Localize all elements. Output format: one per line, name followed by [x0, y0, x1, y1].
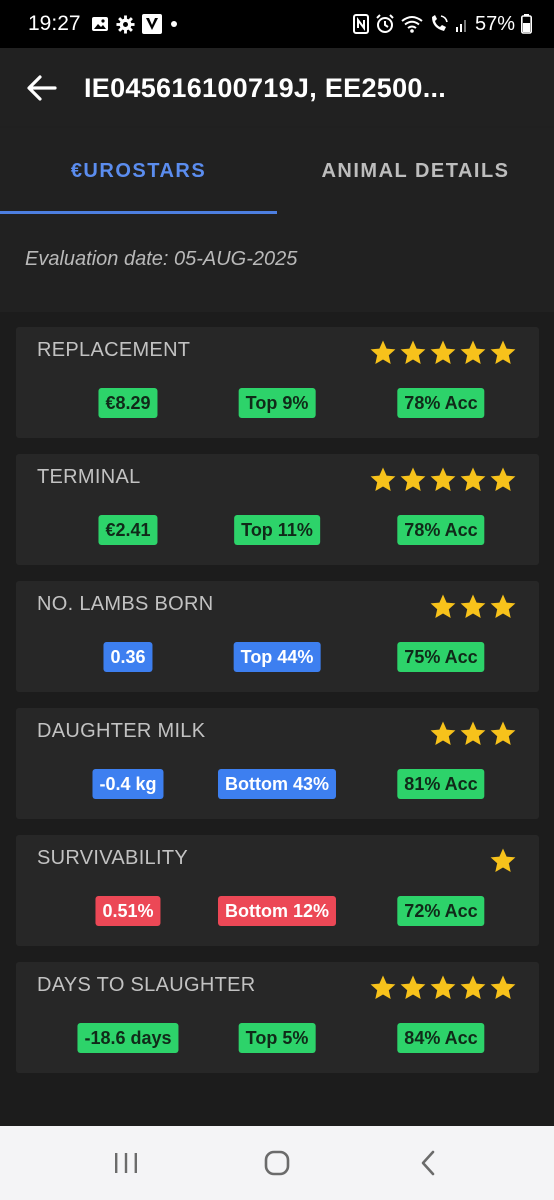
evaluation-header: Evaluation date: 05-AUG-2025 — [0, 214, 554, 312]
star-rating — [369, 466, 517, 494]
tab-eurostars-label: €UROSTARS — [70, 159, 207, 182]
star-icon — [430, 594, 456, 618]
value-chip: €8.29 — [98, 388, 158, 418]
signal-icon — [455, 15, 469, 33]
gallery-icon — [91, 15, 109, 33]
evaluation-date: Evaluation date: 05-AUG-2025 — [25, 248, 298, 270]
card-title: NO. LAMBS BORN — [37, 593, 214, 615]
accuracy-chip: 81% Acc — [397, 769, 485, 799]
star-icon — [460, 467, 486, 491]
card-title: TERMINAL — [37, 466, 141, 488]
tab-bar: €UROSTARS ANIMAL DETAILS — [0, 128, 554, 214]
tab-eurostars[interactable]: €UROSTARS — [0, 128, 277, 214]
card-title: DAUGHTER MILK — [37, 720, 206, 742]
index-card-list: REPLACEMENT €8.29 Top 9% 78% Acc TERMINA… — [16, 327, 539, 1089]
status-bar: 19:27 57% — [0, 0, 554, 48]
star-icon — [370, 975, 396, 999]
accuracy-chip: 84% Acc — [397, 1023, 485, 1053]
index-card-days-to-slaughter[interactable]: DAYS TO SLAUGHTER -18.6 days Top 5% 84% … — [16, 962, 539, 1073]
star-icon — [460, 975, 486, 999]
star-icon — [400, 975, 426, 999]
value-chip: -18.6 days — [77, 1023, 179, 1053]
app-bar: IE045616100719J, EE2500... — [0, 48, 554, 128]
star-rating — [429, 720, 517, 748]
recents-icon — [114, 1153, 137, 1173]
back-nav-icon — [422, 1150, 435, 1176]
star-icon — [400, 467, 426, 491]
tab-animal-details[interactable]: ANIMAL DETAILS — [277, 128, 554, 214]
accuracy-chip: 78% Acc — [397, 388, 485, 418]
star-rating — [429, 593, 517, 621]
star-icon — [460, 340, 486, 364]
index-card-replacement[interactable]: REPLACEMENT €8.29 Top 9% 78% Acc — [16, 327, 539, 438]
star-icon — [430, 975, 456, 999]
home-icon — [264, 1150, 290, 1176]
arrow-left-icon — [27, 75, 57, 101]
accuracy-chip: 75% Acc — [397, 642, 485, 672]
star-icon — [490, 594, 516, 618]
dot-icon — [169, 19, 179, 29]
v-app-icon — [141, 14, 162, 34]
alarm-icon — [375, 14, 395, 34]
star-icon — [370, 340, 396, 364]
rank-chip: Top 9% — [238, 388, 316, 418]
star-icon — [490, 975, 516, 999]
wifi-call-icon — [429, 14, 449, 34]
star-rating — [369, 974, 517, 1002]
index-card-survivability[interactable]: SURVIVABILITY 0.51% Bottom 12% 72% Acc — [16, 835, 539, 946]
system-nav-bar — [0, 1126, 554, 1200]
star-icon — [370, 467, 396, 491]
wifi-icon — [401, 15, 423, 33]
star-icon — [430, 721, 456, 745]
rank-chip: Bottom 12% — [217, 896, 337, 926]
accuracy-chip: 72% Acc — [397, 896, 485, 926]
home-button[interactable] — [247, 1133, 307, 1193]
rank-chip: Top 44% — [233, 642, 321, 672]
star-icon — [460, 594, 486, 618]
index-card-terminal[interactable]: TERMINAL €2.41 Top 11% 78% Acc — [16, 454, 539, 565]
value-chip: €2.41 — [98, 515, 158, 545]
value-chip: 0.36 — [103, 642, 153, 672]
star-icon — [430, 467, 456, 491]
index-card-daughter-milk[interactable]: DAUGHTER MILK -0.4 kg Bottom 43% 81% Acc — [16, 708, 539, 819]
rank-chip: Top 5% — [238, 1023, 316, 1053]
card-title: DAYS TO SLAUGHTER — [37, 974, 256, 996]
accuracy-chip: 78% Acc — [397, 515, 485, 545]
star-icon — [490, 721, 516, 745]
card-title: REPLACEMENT — [37, 339, 191, 361]
star-icon — [460, 721, 486, 745]
star-icon — [430, 340, 456, 364]
status-time: 19:27 — [28, 12, 81, 35]
nfc-icon — [352, 14, 369, 34]
value-chip: 0.51% — [95, 896, 161, 926]
star-icon — [490, 467, 516, 491]
recents-button[interactable] — [96, 1133, 156, 1193]
star-icon — [400, 340, 426, 364]
star-icon — [490, 848, 516, 872]
card-title: SURVIVABILITY — [37, 847, 188, 869]
rank-chip: Top 11% — [234, 515, 320, 545]
tab-animal-details-label: ANIMAL DETAILS — [321, 159, 510, 182]
battery-percentage: 57% — [474, 12, 515, 35]
value-chip: -0.4 kg — [92, 769, 164, 799]
star-rating — [369, 339, 517, 367]
star-icon — [490, 340, 516, 364]
nav-back-button[interactable] — [398, 1133, 458, 1193]
battery-icon — [521, 14, 532, 34]
index-card-lambs-born[interactable]: NO. LAMBS BORN 0.36 Top 44% 75% Acc — [16, 581, 539, 692]
rank-chip: Bottom 43% — [217, 769, 337, 799]
settings-icon — [116, 14, 135, 34]
back-button[interactable] — [0, 48, 84, 128]
star-rating — [489, 847, 517, 875]
page-title: IE045616100719J, EE2500... — [84, 72, 447, 103]
